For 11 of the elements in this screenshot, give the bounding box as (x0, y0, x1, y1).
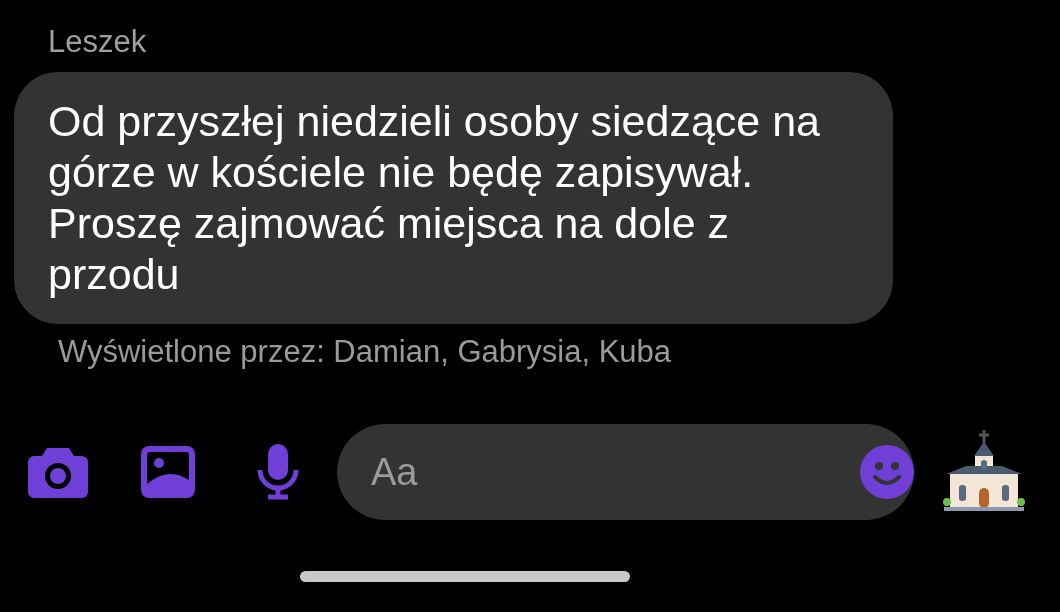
seen-by-text: Wyświetlone przez: Damian, Gabrysia, Kuba (58, 334, 672, 370)
microphone-icon (256, 444, 300, 500)
church-icon (942, 430, 1026, 514)
church-button[interactable] (942, 430, 1026, 514)
message-bubble: Od przyszłej niedzieli osoby siedzące na górze w kościele nie będę zapisywał. Proszę zajmować miejsca na dole z przodu (14, 72, 893, 324)
smiley-icon[interactable] (860, 445, 914, 499)
message-field[interactable]: Aa (337, 424, 914, 520)
camera-icon (27, 446, 89, 498)
sender-name: Leszek (48, 24, 147, 60)
image-icon (141, 446, 195, 498)
message-input[interactable]: Aa (371, 450, 860, 494)
